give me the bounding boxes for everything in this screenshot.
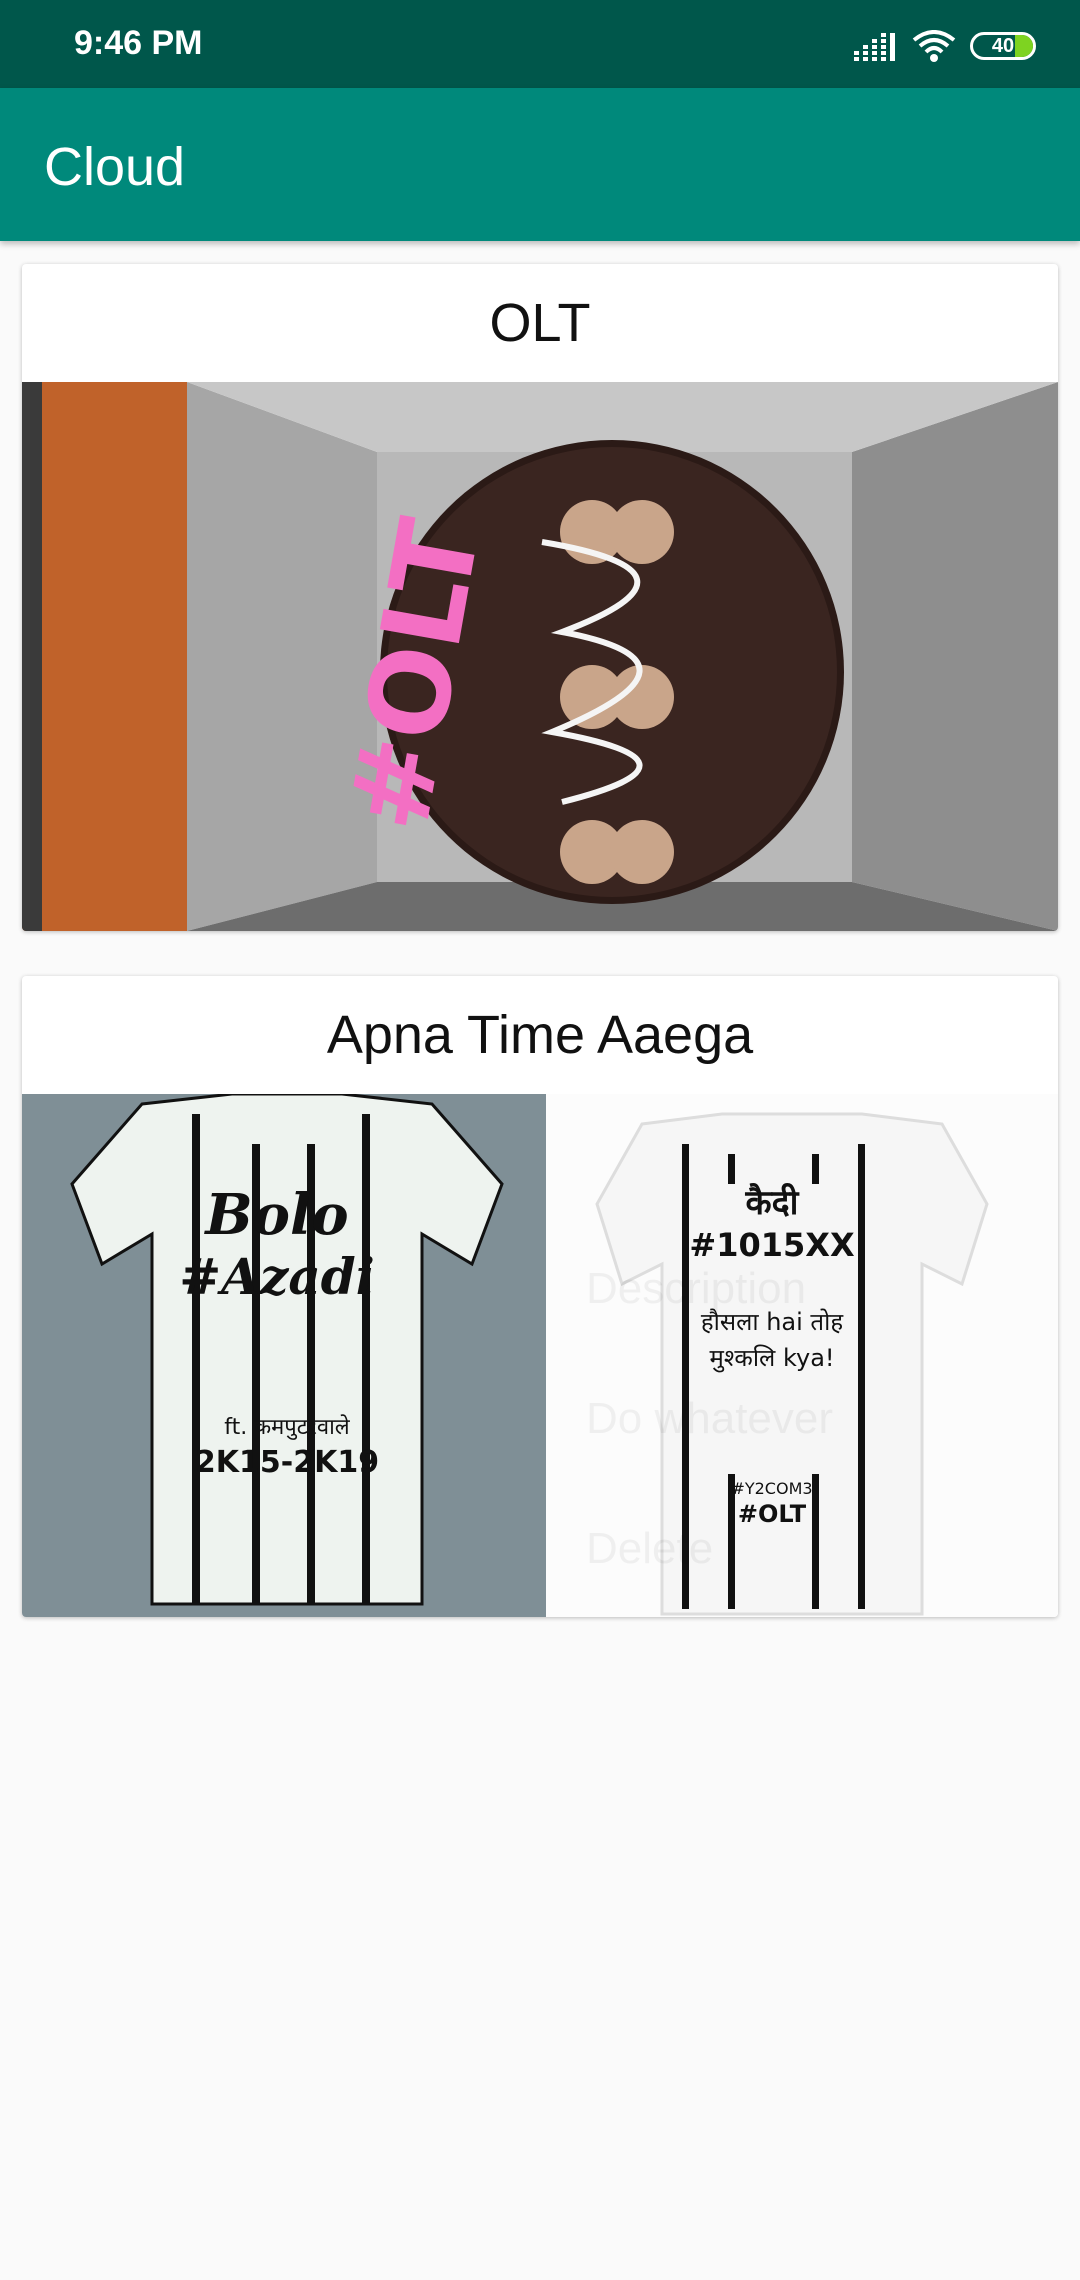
left-shirt-line1: Bolo: [203, 1182, 348, 1248]
status-time: 9:46 PM: [74, 24, 203, 62]
right-shirt-line2: #1015XX: [689, 1226, 855, 1264]
right-shirt-line6: #OLT: [738, 1500, 807, 1528]
card-title: OLT: [489, 293, 591, 353]
signal-icon: [854, 31, 898, 61]
faded-menu-item: Delete: [586, 1524, 714, 1573]
battery-level: 40: [991, 35, 1015, 57]
right-shirt-line1: कैदी: [745, 1182, 800, 1223]
right-shirt-line5: #Y2COM3: [731, 1479, 812, 1498]
app-title: Cloud: [44, 137, 186, 197]
card-title: Apna Time Aaega: [326, 1005, 754, 1065]
card-olt[interactable]: OLT #OLT: [22, 264, 1058, 931]
left-shirt-line2: #Azadi: [179, 1247, 374, 1306]
left-shirt-line4: 2K15-2K19: [195, 1445, 379, 1480]
status-bar: 9:46 PM 40: [0, 0, 1080, 88]
app-bar: Cloud: [0, 88, 1080, 241]
wifi-icon: [912, 30, 956, 62]
status-icons: 40: [854, 26, 1036, 66]
faded-menu-item: Description: [586, 1264, 807, 1313]
battery-icon: 40: [970, 32, 1036, 60]
cake-image[interactable]: #OLT: [22, 382, 1058, 931]
right-shirt-line4: मुश्कलि kya!: [709, 1344, 834, 1373]
tshirt-images[interactable]: Bolo #Azadi ft. कमपुटरवाले 2K15-2K19 कैद…: [22, 1094, 1058, 1617]
faded-menu-item: Do whatever: [586, 1394, 834, 1443]
card-apna-time-aaega[interactable]: Apna Time Aaega Bolo #Azadi ft. कमपुटरवा…: [22, 976, 1058, 1617]
left-shirt-line3: ft. कमपुटरवाले: [224, 1414, 351, 1440]
